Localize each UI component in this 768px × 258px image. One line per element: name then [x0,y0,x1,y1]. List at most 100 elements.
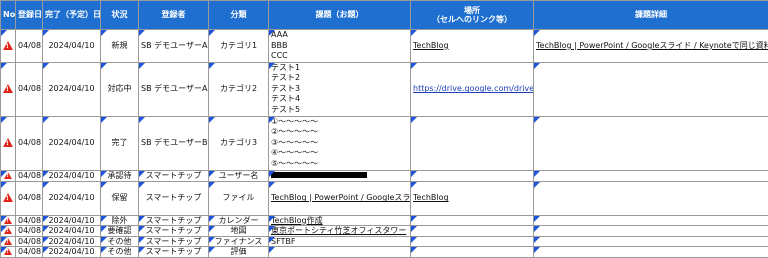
status-cell[interactable]: その他 [100,246,139,258]
category-cell[interactable]: ファイル [208,180,269,216]
col-header-place[interactable]: 場所 （セルへのリンク等） [410,0,534,30]
reg-date-cell[interactable]: 04/08 [15,246,43,258]
place-cell[interactable]: TechBlog [410,29,534,63]
col-header-registrant[interactable]: 登録者 [138,0,209,30]
detail-cell[interactable] [533,214,768,226]
registrant-cell[interactable]: スマートチップ [138,225,209,237]
reg-date-cell[interactable]: 04/08 [15,180,43,216]
place-link[interactable]: TechBlog [413,193,449,202]
col-header-detail[interactable]: 課題詳細 [533,0,768,30]
reg-date-cell[interactable]: 04/08 [15,225,43,237]
col-header-no[interactable]: No [0,0,16,30]
due-date-cell[interactable]: 2024/04/10 [42,235,101,247]
topic-file-chip[interactable]: TechBlog | PowerPoint / Googleスライド / Key… [271,193,410,202]
category-cell[interactable]: カテゴリ3 [208,115,269,171]
reg-date-cell[interactable]: 04/08 [15,61,43,117]
reg-date-cell[interactable]: 04/08 [15,235,43,247]
redacted-user-chip[interactable] [271,172,367,179]
no-cell[interactable] [0,115,16,171]
no-cell[interactable] [0,61,16,117]
status-cell[interactable]: 要確認 [100,225,139,237]
due-date-cell[interactable]: 2024/04/10 [42,225,101,237]
reg-date-cell[interactable]: 04/08 [15,115,43,171]
topic-cell[interactable]: TechBlog作成 [268,214,411,226]
category-cell[interactable]: カテゴリ1 [208,29,269,63]
due-date-cell[interactable]: 2024/04/10 [42,214,101,226]
topic-cell[interactable]: SFTBF [268,235,411,247]
no-cell[interactable] [0,225,16,237]
status-cell[interactable]: その他 [100,235,139,247]
registrant-cell[interactable]: スマートチップ [138,169,209,182]
category-cell[interactable]: ユーザー名 [208,169,269,182]
due-date-cell[interactable]: 2024/04/10 [42,169,101,182]
no-cell[interactable] [0,169,16,182]
detail-cell[interactable] [533,169,768,182]
status-cell[interactable]: 保留 [100,180,139,216]
due-date-cell[interactable]: 2024/04/10 [42,29,101,63]
category-cell[interactable]: 地図 [208,225,269,237]
status-cell[interactable]: 除外 [100,214,139,226]
status-cell[interactable]: 承認待 [100,169,139,182]
col-header-status[interactable]: 状況 [100,0,139,30]
dropdown-marker-icon [269,30,275,36]
topic-cell[interactable]: ①〜〜〜〜〜 ②〜〜〜〜〜 ③〜〜〜〜〜 ④〜〜〜〜〜 ⑤〜〜〜〜〜 [268,115,411,171]
place-cell[interactable] [410,235,534,247]
status-cell[interactable]: 対応中 [100,61,139,117]
place-cell[interactable] [410,225,534,237]
topic-cell[interactable]: 東京ポートシティ竹芝オフィスタワー [268,225,411,237]
detail-cell[interactable] [533,115,768,171]
dropdown-marker-icon [101,236,107,243]
col-header-due[interactable]: 完了（予定）日 [42,0,101,30]
due-date-cell[interactable]: 2024/04/10 [42,180,101,216]
place-link[interactable]: TechBlog [413,41,449,50]
place-cell[interactable] [410,115,534,171]
topic-cell[interactable]: AAA BBB CCC [268,29,411,63]
place-cell[interactable] [410,246,534,258]
col-header-category[interactable]: 分類 [208,0,269,30]
registrant-cell[interactable]: スマートチップ [138,180,209,216]
registrant-cell[interactable]: スマートチップ [138,214,209,226]
detail-cell[interactable] [533,225,768,237]
category-cell[interactable]: カテゴリ2 [208,61,269,117]
no-cell[interactable] [0,214,16,226]
registrant-cell[interactable]: SB デモユーザーA [138,29,209,63]
reg-date-cell[interactable]: 04/08 [15,214,43,226]
place-cell[interactable] [410,214,534,226]
detail-cell[interactable]: TechBlog | PowerPoint / Googleスライド / Key… [533,29,768,63]
reg-date-cell[interactable]: 04/08 [15,169,43,182]
col-header-reg-date[interactable]: 登録日 [15,0,43,30]
category-cell[interactable]: ファイナンス [208,235,269,247]
due-date-cell[interactable]: 2024/04/10 [42,115,101,171]
no-cell[interactable] [0,246,16,258]
detail-link[interactable]: TechBlog | PowerPoint / Googleスライド / Key… [536,41,768,50]
place-link[interactable]: https://drive.google.com/drive/ [413,84,533,93]
topic-cell[interactable] [268,246,411,258]
topic-cell[interactable] [268,169,411,182]
map-place-chip[interactable]: 東京ポートシティ竹芝オフィスタワー [271,226,406,235]
no-cell[interactable] [0,235,16,247]
category-cell[interactable]: カレンダー [208,214,269,226]
no-cell[interactable] [0,180,16,216]
registrant-cell[interactable]: スマートチップ [138,246,209,258]
status-cell[interactable]: 完了 [100,115,139,171]
status-cell[interactable]: 新規 [100,29,139,63]
no-cell[interactable] [0,29,16,63]
due-date-cell[interactable]: 2024/04/10 [42,246,101,258]
detail-cell[interactable] [533,246,768,258]
calendar-chip[interactable]: TechBlog作成 [271,216,323,225]
topic-cell[interactable]: テスト1 テスト2 テスト3 テスト4 テスト5 [268,61,411,117]
place-cell[interactable] [410,169,534,182]
reg-date-cell[interactable]: 04/08 [15,29,43,63]
detail-cell[interactable] [533,180,768,216]
place-cell[interactable]: TechBlog [410,180,534,216]
detail-cell[interactable] [533,235,768,247]
detail-cell[interactable] [533,61,768,117]
registrant-cell[interactable]: SB デモユーザーA [138,61,209,117]
due-date-cell[interactable]: 2024/04/10 [42,61,101,117]
topic-cell[interactable]: TechBlog | PowerPoint / Googleスライド / Key… [268,180,411,216]
registrant-cell[interactable]: SB デモユーザーB [138,115,209,171]
col-header-topic[interactable]: 課題（お題） [268,0,411,30]
registrant-cell[interactable]: スマートチップ [138,235,209,247]
place-cell[interactable]: https://drive.google.com/drive/ [410,61,534,117]
category-cell[interactable]: 評価 [208,246,269,258]
